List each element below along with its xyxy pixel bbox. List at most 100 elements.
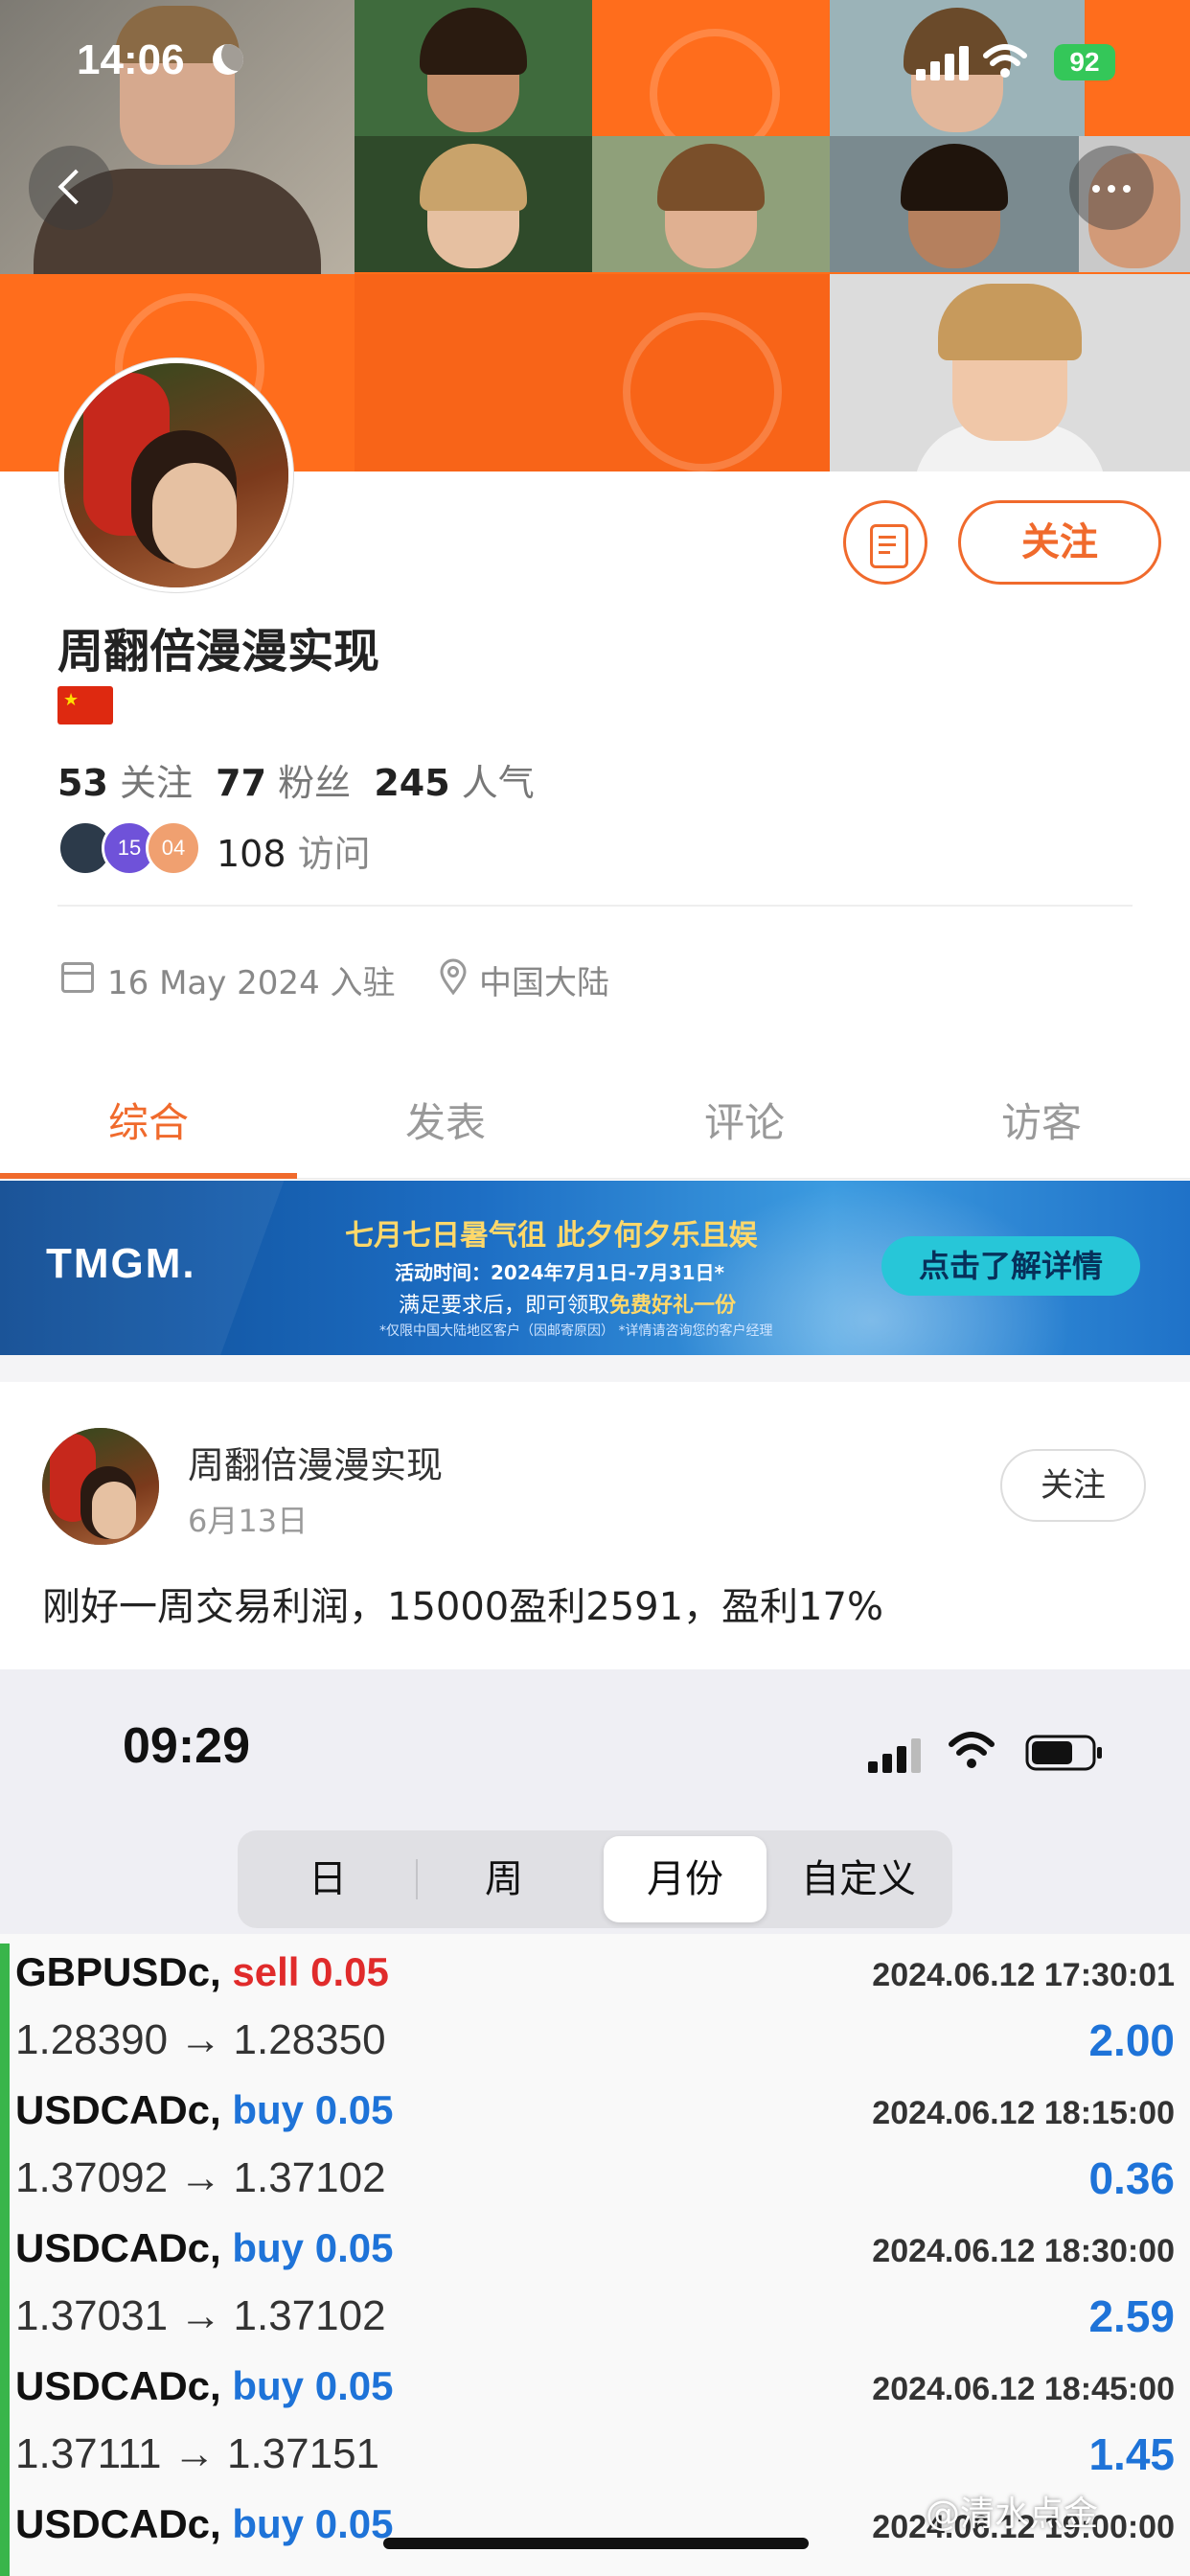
message-button[interactable] [843,500,927,585]
home-indicator[interactable] [383,2538,809,2549]
visitor-badge: 04 [146,820,201,876]
wifi-icon [949,1732,995,1768]
wifi-icon [983,44,1027,78]
trade-row[interactable]: GBPUSDc, sell 0.05 2024.06.12 17:30:01 1.2… [0,1944,1190,2083]
post-text[interactable]: 刚好一周交易利润，15000盈利2591，盈利17% [42,1576,883,1631]
post-author-avatar[interactable] [42,1428,159,1545]
trade-profit: 0.36 [1088,2153,1175,2203]
segment-day[interactable]: 日 [243,1836,412,1922]
visits-number: 108 [217,833,286,875]
signal-icon [868,1738,924,1773]
more-button[interactable] [1069,146,1154,230]
trade-prices: 1.37092 → 1.37102 [15,2154,386,2201]
tab-active-indicator [0,1173,297,1179]
battery-icon [1025,1735,1102,1771]
cover-photo-person [355,0,592,136]
banner-subtitle-text: 满足要求后，即可领取 [399,1294,610,1318]
banner-note: *仅限中国大陆地区客户（因邮寄原因） *详情请咨询您的客户经理 [379,1323,773,1339]
cover-orange-tile [355,274,830,472]
trade-profit: 1.45 [1088,2429,1175,2479]
trade-side: buy [232,2501,305,2546]
visits-count[interactable]: 108 访问 [217,824,371,877]
moon-icon [213,44,243,75]
trade-side: buy [232,2363,305,2408]
location-pin-icon [440,958,467,995]
trade-symbol: USDCADc, buy 0.05 [15,2225,393,2271]
profile-username: 周翻倍漫漫实现 [57,625,380,678]
trade-symbol: USDCADc, buy 0.05 [15,2087,393,2133]
tab-comments[interactable]: 评论 [596,1091,893,1149]
symbol-name: USDCADc, [15,2363,221,2408]
profile-avatar[interactable] [59,358,293,592]
followers-count[interactable]: 77 [216,762,266,804]
trade-prices: 1.28390 → 1.28350 [15,2016,386,2063]
popularity-count: 245 [374,762,450,804]
trade-symbol: USDCADc, buy 0.05 [15,2363,393,2409]
trade-lots: 0.05 [314,2225,394,2270]
trade-timestamp: 2024.06.12 18:45:00 [872,2371,1175,2407]
join-date: 16 May 2024 入驻 [107,964,396,1002]
post-image[interactable]: 09:29 日 周 月份 自定义 GBPUSDc, sell 0.05 2024.… [0,1669,1190,2576]
cover-orange-tile [592,0,830,159]
tab-posts[interactable]: 发表 [297,1091,594,1149]
segment-week[interactable]: 周 [420,1836,588,1922]
visits-label: 访问 [297,833,371,875]
battery-badge: 92 [1054,44,1115,80]
segment-separator [416,1859,418,1899]
divider [57,905,1133,907]
post-follow-button[interactable]: 关注 [1000,1449,1146,1522]
tab-overview[interactable]: 综合 [0,1091,297,1149]
trade-timestamp: 2024.06.12 18:15:00 [872,2095,1175,2131]
followers-label[interactable]: 粉丝 [278,762,351,804]
post-author-name[interactable]: 周翻倍漫漫实现 [188,1436,443,1488]
trade-lots: 0.05 [314,2363,394,2408]
tab-visitors[interactable]: 访客 [893,1091,1190,1149]
trade-row[interactable]: USDCADc, buy 0.05 2024.06.12 18:30:00 1.37… [0,2220,1190,2359]
watermark: @清水点金 [926,2495,1099,2534]
banner-cta-button[interactable]: 点击了解详情 [881,1236,1140,1296]
follow-button[interactable]: 关注 [958,500,1161,585]
banner-title: 七月七日暑气徂 此夕何夕乐且娱 [345,1219,758,1253]
trade-symbol: GBPUSDc, sell 0.05 [15,1949,389,1995]
profit-indicator-bar [0,1944,10,2576]
trade-side: sell [232,1949,300,1994]
symbol-name: GBPUSDc, [15,1949,221,1994]
segment-custom[interactable]: 自定义 [774,1836,943,1922]
trade-timestamp: 2024.06.12 18:30:00 [872,2233,1175,2269]
cover-photo-person [830,136,1079,272]
trade-timestamp: 2024.06.12 17:30:01 [872,1957,1175,1993]
trade-row[interactable]: USDCADc, buy 0.05 2024.06.12 18:45:00 1.37… [0,2358,1190,2497]
calendar-icon [61,962,94,993]
china-flag-icon: ★ [57,686,113,724]
cover-photo-person [355,136,592,272]
trade-row[interactable]: USDCADc, buy 0.05 2024.06.12 18:15:00 1.37… [0,2082,1190,2221]
location: 中国大陆 [479,964,609,1002]
visitor-avatars[interactable]: 15 04 [57,820,211,876]
banner-date: 活动时间：2024年7月1日-7月31日* [395,1261,725,1284]
signal-icon [916,46,970,80]
back-button[interactable] [29,146,113,230]
cover-photo-person [592,136,830,272]
segment-month[interactable]: 月份 [604,1836,767,1922]
post-date: 6月13日 [188,1503,309,1539]
status-time: 14:06 [77,36,185,83]
trade-symbol: USDCADc, buy 0.05 [15,2501,393,2547]
trade-lots: 0.05 [314,2501,394,2546]
cover-photo-woman [830,274,1190,472]
tmgm-logo: TMGM. [46,1240,196,1287]
popularity-label: 人气 [461,762,535,804]
trade-side: buy [232,2225,305,2270]
banner-subtitle: 满足要求后，即可领取免费好礼一份 [399,1288,736,1319]
section-gap [0,1355,1190,1382]
symbol-name: USDCADc, [15,2501,221,2546]
symbol-name: USDCADc, [15,2225,221,2270]
trade-lots: 0.05 [310,1949,389,1994]
message-icon [870,524,908,568]
trade-prices: 1.37111 → 1.37151 [15,2430,380,2477]
ad-banner[interactable]: TMGM. 七月七日暑气徂 此夕何夕乐且娱 活动时间：2024年7月1日-7月3… [0,1181,1190,1355]
following-count[interactable]: 53 [57,762,108,804]
following-label[interactable]: 关注 [120,762,193,804]
trade-list: GBPUSDc, sell 0.05 2024.06.12 17:30:01 1.2… [0,1944,1190,2576]
profile-stats: 53 关注 77 粉丝 245 人气 [57,753,535,806]
trade-prices: 1.37031 → 1.37102 [15,2292,386,2339]
